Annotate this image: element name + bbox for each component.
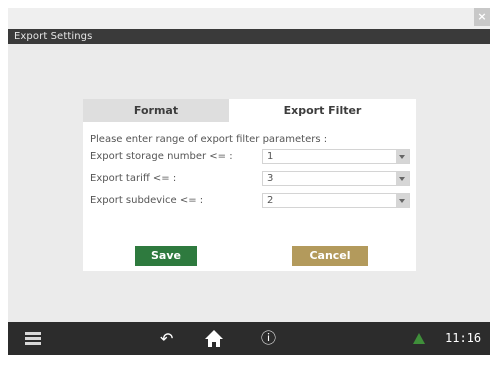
subdevice-label: Export subdevice <= : xyxy=(90,195,204,206)
device-screen: × Export Settings Format Export Filter P… xyxy=(8,8,490,355)
storage-number-select[interactable]: 1 xyxy=(262,149,410,164)
tab-format[interactable]: Format xyxy=(83,99,229,122)
clock: 11:16 xyxy=(445,331,482,345)
save-button[interactable]: Save xyxy=(135,246,197,266)
chevron-down-icon[interactable] xyxy=(396,150,409,163)
subdevice-select[interactable]: 2 xyxy=(262,193,410,208)
row-storage-number: Export storage number <= : 1 xyxy=(90,149,410,164)
storage-number-label: Export storage number <= : xyxy=(90,151,233,162)
tab-bar: Format Export Filter xyxy=(83,99,416,122)
alert-icon[interactable] xyxy=(412,322,426,355)
chevron-down-icon[interactable] xyxy=(396,194,409,207)
close-button[interactable]: × xyxy=(474,8,490,26)
export-settings-panel: Format Export Filter Please enter range … xyxy=(83,99,416,271)
tab-export-filter[interactable]: Export Filter xyxy=(229,99,416,122)
home-icon[interactable] xyxy=(204,322,226,355)
tariff-select[interactable]: 3 xyxy=(262,171,410,186)
window-title-bar: Export Settings xyxy=(8,29,490,44)
window-title: Export Settings xyxy=(14,31,93,42)
filter-prompt: Please enter range of export filter para… xyxy=(90,134,328,145)
back-icon[interactable]: ↶ xyxy=(160,322,182,355)
taskbar: ↶ ⓘ 11:16 xyxy=(8,322,490,355)
tariff-value: 3 xyxy=(267,173,274,184)
tariff-label: Export tariff <= : xyxy=(90,173,177,184)
menu-icon[interactable] xyxy=(25,322,43,355)
row-tariff: Export tariff <= : 3 xyxy=(90,171,410,186)
info-icon[interactable]: ⓘ xyxy=(261,322,283,355)
top-strip: × xyxy=(8,8,490,29)
chevron-down-icon[interactable] xyxy=(396,172,409,185)
subdevice-value: 2 xyxy=(267,195,274,206)
cancel-button[interactable]: Cancel xyxy=(292,246,368,266)
row-subdevice: Export subdevice <= : 2 xyxy=(90,193,410,208)
storage-number-value: 1 xyxy=(267,151,274,162)
